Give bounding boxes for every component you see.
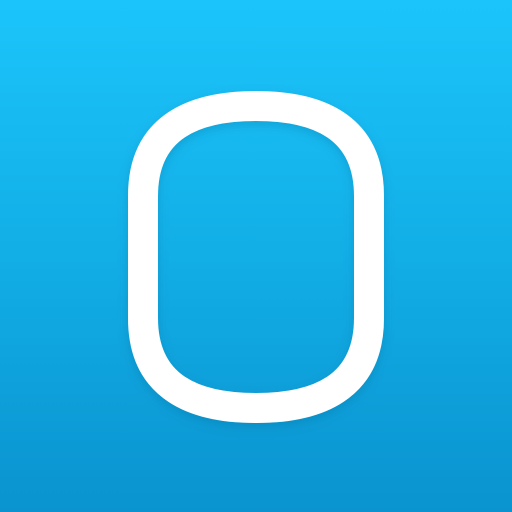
rounded-outline-shape-icon (128, 91, 384, 423)
app-icon-tile (0, 0, 512, 512)
glyph-outline (128, 91, 384, 423)
